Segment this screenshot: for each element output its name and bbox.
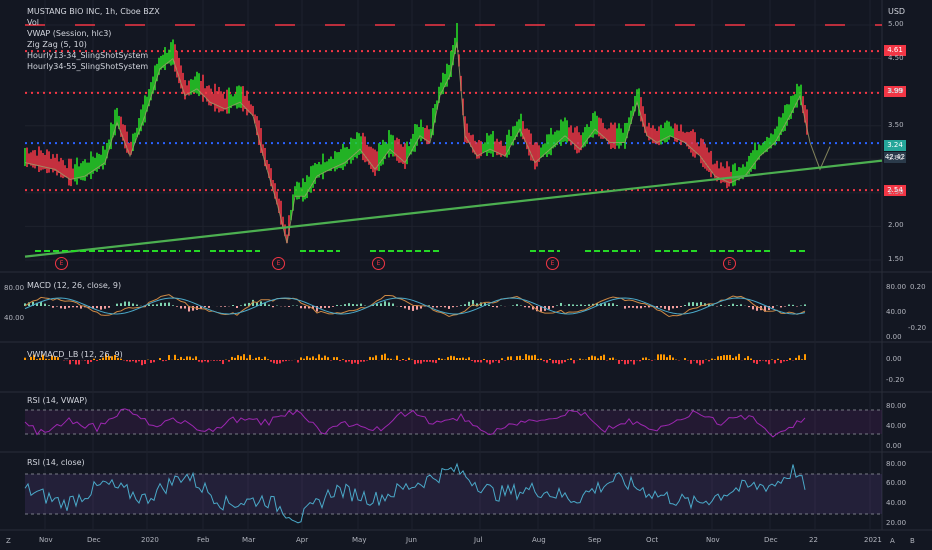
timezone-button[interactable]: Z (6, 537, 11, 545)
macd-left-tick-40: 40.00 (4, 314, 25, 322)
earnings-badge-3[interactable]: E (372, 257, 385, 270)
rsi-vwap-tick-80: 80.00 (886, 402, 907, 410)
indicator-vol[interactable]: Vol (27, 18, 39, 28)
rsi-close-tick-40: 40.00 (886, 499, 907, 507)
x-tick-label: 2020 (141, 536, 159, 544)
x-tick-label: Nov (706, 536, 720, 544)
x-tick-label: Dec (764, 536, 778, 544)
vwmacd-tick-neg: -0.20 (886, 376, 905, 384)
macd-tick-40: 40.00 (886, 308, 907, 316)
macd-tick-0: 0.00 (886, 333, 902, 341)
log-scale-button[interactable]: B (910, 537, 915, 545)
currency-label: USD (888, 7, 906, 16)
y-tick-label: 1.50 (888, 255, 904, 263)
macd-far-tick-0-20: 0.20 (910, 283, 926, 291)
vwmacd-tick-0: 0.00 (886, 355, 902, 363)
auto-scale-button[interactable]: A (890, 537, 895, 545)
indicator-slingshot-13-34[interactable]: Hourly13-34_SlingShotSystem (27, 51, 148, 61)
rsi-vwap-title[interactable]: RSI (14, VWAP) (27, 396, 87, 406)
earnings-badge-2[interactable]: E (272, 257, 285, 270)
y-tick-label: 2.00 (888, 221, 904, 230)
x-tick-label: Jun (406, 536, 417, 544)
rsi-close-tick-60: 60.00 (886, 479, 907, 487)
macd-far-tick-neg-0-20: -0.20 (908, 324, 927, 332)
vwmacd-title[interactable]: VWMACD_LB (12, 26, 9) (27, 350, 123, 360)
rsi-vwap-tick-0: 0.00 (886, 442, 902, 450)
symbol-title: MUSTANG BIO INC, 1h, Cboe BZX (27, 7, 160, 16)
x-tick-label: Dec (87, 536, 101, 544)
x-tick-label: May (352, 536, 367, 544)
x-tick-label: Nov (39, 536, 53, 544)
x-tick-label: 22 (809, 536, 818, 544)
chart-canvas[interactable] (0, 0, 932, 550)
support-trendline (24, 159, 883, 258)
x-tick-label: Oct (646, 536, 659, 544)
price-label-last: 3.24 (884, 140, 906, 151)
y-tick-label: 3.50 (888, 120, 904, 129)
earnings-badge-1[interactable]: E (55, 257, 68, 270)
earnings-badge-5[interactable]: E (723, 257, 736, 270)
indicator-slingshot-34-55[interactable]: Hourly34-55_SlingShotSystem (27, 62, 148, 72)
rsi-close-tick-20: 20.00 (886, 519, 907, 527)
y-tick-label: 3.00 (888, 154, 904, 163)
y-tick-label: 4.00 (888, 87, 904, 96)
x-tick-label: Apr (296, 536, 309, 544)
rsi-vwap-tick-40: 40.00 (886, 422, 907, 430)
x-tick-label: Mar (242, 536, 256, 544)
rsi-close-band (25, 474, 882, 514)
x-tick-label: Aug (532, 536, 546, 544)
indicator-zigzag[interactable]: Zig Zag (5, 10) (27, 40, 87, 50)
macd-title[interactable]: MACD (12, 26, close, 9) (27, 281, 121, 291)
macd-signal-line (24, 297, 806, 315)
rsi-close-tick-80: 80.00 (886, 460, 907, 468)
rsi-vwap-band (25, 410, 882, 434)
x-tick-label: Feb (197, 536, 210, 544)
y-tick-label: 5.00 (888, 20, 904, 28)
earnings-badge-4[interactable]: E (546, 257, 559, 270)
x-tick-label: Sep (588, 536, 602, 544)
indicator-vwap[interactable]: VWAP (Session, hlc3) (27, 29, 111, 39)
y-tick-label: 4.50 (888, 53, 904, 62)
x-tick-label: Jul (474, 536, 483, 544)
rsi-close-title[interactable]: RSI (14, close) (27, 458, 85, 468)
y-tick-label: 2.50 (888, 187, 904, 196)
macd-left-tick-80: 80.00 (4, 284, 25, 292)
x-tick-label: 2021 (864, 536, 882, 544)
macd-tick-80: 80.00 (886, 283, 907, 291)
